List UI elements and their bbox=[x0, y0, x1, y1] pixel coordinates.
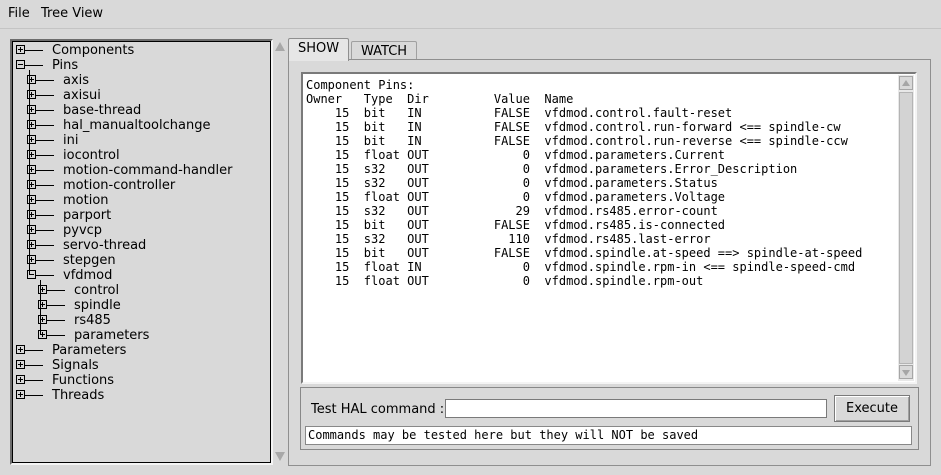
tree-scroll-up-icon[interactable] bbox=[275, 42, 285, 51]
scroll-up-button[interactable] bbox=[899, 76, 913, 90]
tree-connector bbox=[36, 260, 54, 261]
output-heading: Component Pins: bbox=[306, 78, 415, 92]
command-status-text: Commands may be tested here but they wil… bbox=[305, 426, 912, 445]
tree-connector bbox=[36, 80, 54, 81]
pin-row: 15 float OUT 0 vfdmod.spindle.rpm-out bbox=[306, 274, 704, 288]
tree-item-label: motion-controller bbox=[63, 178, 176, 193]
tree-connector bbox=[25, 380, 43, 381]
pin-row: 15 bit OUT FALSE vfdmod.spindle.at-speed… bbox=[306, 246, 863, 260]
pin-row: 15 float OUT 0 vfdmod.parameters.Current bbox=[306, 148, 726, 162]
scroll-down-button[interactable] bbox=[899, 365, 913, 379]
tree-connector bbox=[36, 245, 54, 246]
tree-branch-line bbox=[40, 280, 41, 335]
execute-button[interactable]: Execute bbox=[834, 395, 910, 422]
output-column-headers: Owner Type Dir Value Name bbox=[306, 92, 574, 106]
expand-icon[interactable] bbox=[16, 360, 25, 369]
tree-connector bbox=[47, 305, 65, 306]
pin-row: 15 s32 OUT 0 vfdmod.parameters.Error_Des… bbox=[306, 162, 798, 176]
tree-item-label: rs485 bbox=[74, 313, 111, 328]
tree-item-label: motion bbox=[63, 193, 109, 208]
tree-item-label: base-thread bbox=[63, 103, 142, 118]
tree-item-label: parameters bbox=[74, 328, 150, 343]
pin-row: 15 bit IN FALSE vfdmod.control.run-forwa… bbox=[306, 120, 841, 134]
tree-connector bbox=[36, 170, 54, 171]
tree-branch-line bbox=[29, 70, 30, 275]
halshow-window: File Tree View Components Pins axis axisui b… bbox=[0, 0, 941, 475]
tree-connector bbox=[36, 140, 54, 141]
tree-connector bbox=[36, 200, 54, 201]
tree-connector bbox=[36, 125, 54, 126]
pin-row: 15 s32 OUT 29 vfdmod.rs485.error-count bbox=[306, 204, 718, 218]
tree-connector bbox=[36, 95, 54, 96]
tree-connector bbox=[36, 230, 54, 231]
scroll-thumb[interactable] bbox=[899, 92, 913, 364]
menu-file[interactable]: File bbox=[5, 6, 33, 21]
tree-connector bbox=[25, 50, 43, 51]
pin-row: 15 bit IN FALSE vfdmod.control.run-rever… bbox=[306, 134, 848, 148]
tree-connector bbox=[47, 335, 65, 336]
test-command-label: Test HAL command : bbox=[311, 402, 445, 417]
tree-item-label: iocontrol bbox=[63, 148, 120, 163]
tab-show[interactable]: SHOW bbox=[288, 38, 350, 61]
output-scrollbar[interactable] bbox=[898, 75, 914, 381]
pin-row: 15 s32 OUT 110 vfdmod.rs485.last-error bbox=[306, 232, 711, 246]
tree-connector bbox=[36, 275, 54, 276]
tree-item-label: Components bbox=[52, 43, 135, 58]
tree-item-label: Threads bbox=[52, 388, 105, 403]
tree-connector bbox=[25, 65, 43, 66]
tree-item-label: parport bbox=[63, 208, 112, 223]
pin-row: 15 float OUT 0 vfdmod.parameters.Voltage bbox=[306, 190, 726, 204]
pin-row: 15 s32 OUT 0 vfdmod.parameters.Status bbox=[306, 176, 718, 190]
tree-item-label: Pins bbox=[52, 58, 79, 73]
test-command-frame: Test HAL command : Execute Commands may … bbox=[300, 387, 919, 450]
tree-item-label: control bbox=[74, 283, 120, 298]
tree-connector bbox=[36, 110, 54, 111]
tree-connector bbox=[25, 365, 43, 366]
tree-item-label: hal_manualtoolchange bbox=[63, 118, 211, 133]
tree-connector bbox=[25, 350, 43, 351]
test-command-input[interactable] bbox=[445, 399, 827, 418]
tree-connector bbox=[36, 185, 54, 186]
pin-row: 15 bit IN FALSE vfdmod.control.fault-res… bbox=[306, 106, 733, 120]
tree-item-label: servo-thread bbox=[63, 238, 147, 253]
tree-item-label: vfdmod bbox=[63, 268, 113, 283]
tree-item-label: stepgen bbox=[63, 253, 116, 268]
tree-item-label: Signals bbox=[52, 358, 99, 373]
expand-icon[interactable] bbox=[16, 45, 25, 54]
pane-splitter[interactable] bbox=[274, 39, 286, 465]
tree-connector bbox=[36, 155, 54, 156]
tree-connector bbox=[36, 215, 54, 216]
pin-row: 15 bit OUT FALSE vfdmod.rs485.is-connect… bbox=[306, 218, 726, 232]
tree-item-label: Parameters bbox=[52, 343, 127, 358]
tree-connector bbox=[47, 320, 65, 321]
scroll-up-arrow-icon bbox=[902, 80, 910, 86]
pin-output-text: Component Pins: Owner Type Dir Value Name… bbox=[306, 78, 898, 378]
tree-item-label: Functions bbox=[52, 373, 115, 388]
tree-item-label: spindle bbox=[74, 298, 121, 313]
tree-item-label: pyvcp bbox=[63, 223, 103, 238]
expand-icon[interactable] bbox=[16, 345, 25, 354]
tree-connector bbox=[47, 290, 65, 291]
expand-icon[interactable] bbox=[16, 375, 25, 384]
tree-item-label: axisui bbox=[63, 88, 101, 103]
tree-view[interactable]: Components Pins axis axisui base-thread hal_m… bbox=[10, 39, 273, 465]
tree-item-label: ini bbox=[63, 133, 79, 148]
scroll-down-arrow-icon bbox=[902, 370, 910, 376]
expand-icon[interactable] bbox=[16, 390, 25, 399]
menubar: File Tree View bbox=[0, 0, 941, 29]
pin-row: 15 float IN 0 vfdmod.spindle.rpm-in <== … bbox=[306, 260, 856, 274]
tree-connector bbox=[25, 395, 43, 396]
tree-item-label: axis bbox=[63, 73, 90, 88]
menu-tree-view[interactable]: Tree View bbox=[38, 6, 106, 21]
tree-scroll-down-icon[interactable] bbox=[275, 452, 285, 461]
collapse-icon[interactable] bbox=[16, 60, 25, 69]
pin-output-area[interactable]: Component Pins: Owner Type Dir Value Name… bbox=[301, 72, 917, 384]
tree-item-label: motion-command-handler bbox=[63, 163, 233, 178]
